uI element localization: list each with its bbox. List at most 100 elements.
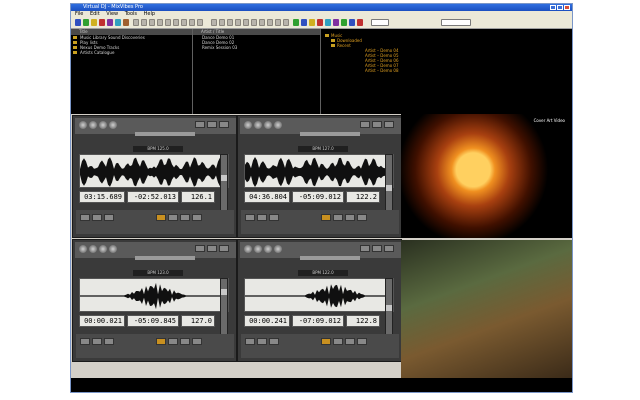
- eq-knob[interactable]: [89, 245, 97, 253]
- play-button[interactable]: [92, 338, 102, 345]
- toolbar-button[interactable]: [149, 19, 155, 26]
- deck-2-volume-fader[interactable]: [385, 154, 393, 214]
- toolbar-button-red[interactable]: [317, 19, 323, 26]
- deck-button[interactable]: [372, 121, 382, 128]
- fader-cap[interactable]: [221, 175, 227, 181]
- toolbar-button-blue[interactable]: [301, 19, 307, 26]
- sync-button[interactable]: [156, 338, 166, 345]
- toolbar-button-yellow[interactable]: [91, 19, 97, 26]
- fader-cap[interactable]: [386, 185, 392, 191]
- deck-button[interactable]: [384, 245, 394, 252]
- eq-knob[interactable]: [99, 121, 107, 129]
- toolbar-button[interactable]: [243, 19, 249, 26]
- deck-button[interactable]: [195, 245, 205, 252]
- play-button[interactable]: [257, 214, 267, 221]
- toolbar-button[interactable]: [133, 19, 139, 26]
- sync-button[interactable]: [321, 338, 331, 345]
- toolbar-button[interactable]: [259, 19, 265, 26]
- eq-knob[interactable]: [264, 121, 272, 129]
- toolbar-button[interactable]: [235, 19, 241, 26]
- location-field[interactable]: [441, 19, 471, 26]
- play-button[interactable]: [92, 214, 102, 221]
- toolbar-button-cyan[interactable]: [325, 19, 331, 26]
- eq-knob[interactable]: [109, 245, 117, 253]
- toolbar-button[interactable]: [211, 19, 217, 26]
- deck-1-waveform[interactable]: [79, 154, 229, 188]
- eq-knob[interactable]: [89, 121, 97, 129]
- menu-file[interactable]: File: [75, 11, 83, 17]
- stop-button[interactable]: [269, 338, 279, 345]
- search-field[interactable]: [371, 19, 389, 26]
- toolbar-button[interactable]: [141, 19, 147, 26]
- toolbar-button-red[interactable]: [99, 19, 105, 26]
- fader-cap[interactable]: [221, 289, 227, 295]
- deck-button[interactable]: [384, 121, 394, 128]
- eq-knob[interactable]: [274, 245, 282, 253]
- deck-button[interactable]: [207, 245, 217, 252]
- cue-button[interactable]: [245, 338, 255, 345]
- eq-knob[interactable]: [254, 245, 262, 253]
- eq-knob[interactable]: [244, 121, 252, 129]
- toolbar-button[interactable]: [227, 19, 233, 26]
- sync-button[interactable]: [321, 214, 331, 221]
- maximize-button[interactable]: [557, 5, 563, 10]
- eq-knob[interactable]: [244, 245, 252, 253]
- close-button[interactable]: [564, 5, 570, 10]
- menu-help[interactable]: Help: [144, 11, 155, 17]
- loop-button[interactable]: [192, 338, 202, 345]
- toolbar-button[interactable]: [165, 19, 171, 26]
- pitch-slider[interactable]: [135, 132, 195, 136]
- toolbar-button[interactable]: [173, 19, 179, 26]
- menu-tools[interactable]: Tools: [125, 11, 137, 17]
- tree-item[interactable]: Artist – Demo 08: [321, 68, 572, 73]
- deck-button[interactable]: [360, 245, 370, 252]
- loop-button[interactable]: [357, 338, 367, 345]
- toolbar-button-purple[interactable]: [333, 19, 339, 26]
- deck-3-waveform[interactable]: [79, 278, 229, 312]
- toolbar-button[interactable]: [181, 19, 187, 26]
- cue-button[interactable]: [245, 214, 255, 221]
- toolbar-button[interactable]: [197, 19, 203, 26]
- loop-button[interactable]: [357, 214, 367, 221]
- loop-button[interactable]: [168, 214, 178, 221]
- loop-button[interactable]: [168, 338, 178, 345]
- loop-button[interactable]: [345, 338, 355, 345]
- toolbar-button[interactable]: [267, 19, 273, 26]
- toolbar-button[interactable]: [283, 19, 289, 26]
- toolbar-button-yellow[interactable]: [309, 19, 315, 26]
- stop-button[interactable]: [269, 214, 279, 221]
- deck-4-volume-fader[interactable]: [385, 278, 393, 338]
- deck-1-volume-fader[interactable]: [220, 154, 228, 214]
- deck-2-waveform[interactable]: [244, 154, 394, 188]
- toolbar-button-cyan[interactable]: [115, 19, 121, 26]
- sync-button[interactable]: [156, 214, 166, 221]
- deck-3-volume-fader[interactable]: [220, 278, 228, 338]
- toolbar-button-blue[interactable]: [75, 19, 81, 26]
- toolbar-button[interactable]: [219, 19, 225, 26]
- toolbar-button-blue[interactable]: [349, 19, 355, 26]
- loop-button[interactable]: [345, 214, 355, 221]
- folder-list[interactable]: Title Music Library Sound Discoveries Pl…: [71, 29, 193, 114]
- deck-button[interactable]: [360, 121, 370, 128]
- deck-button[interactable]: [372, 245, 382, 252]
- loop-button[interactable]: [180, 214, 190, 221]
- play-button[interactable]: [257, 338, 267, 345]
- eq-knob[interactable]: [109, 121, 117, 129]
- cue-button[interactable]: [80, 214, 90, 221]
- eq-knob[interactable]: [99, 245, 107, 253]
- track-row[interactable]: Remix Session 03: [193, 45, 320, 50]
- minimize-button[interactable]: [550, 5, 556, 10]
- toolbar-button-red[interactable]: [357, 19, 363, 26]
- menu-edit[interactable]: Edit: [90, 11, 100, 17]
- deck-button[interactable]: [219, 245, 229, 252]
- toolbar-button-green[interactable]: [293, 19, 299, 26]
- eq-knob[interactable]: [264, 245, 272, 253]
- pitch-slider[interactable]: [300, 132, 360, 136]
- menu-view[interactable]: View: [106, 11, 118, 17]
- pitch-slider[interactable]: [135, 256, 195, 260]
- eq-knob[interactable]: [274, 121, 282, 129]
- eq-knob[interactable]: [79, 245, 87, 253]
- fader-cap[interactable]: [386, 305, 392, 311]
- folder-item[interactable]: Artists Catalogue: [71, 50, 192, 55]
- loop-button[interactable]: [192, 214, 202, 221]
